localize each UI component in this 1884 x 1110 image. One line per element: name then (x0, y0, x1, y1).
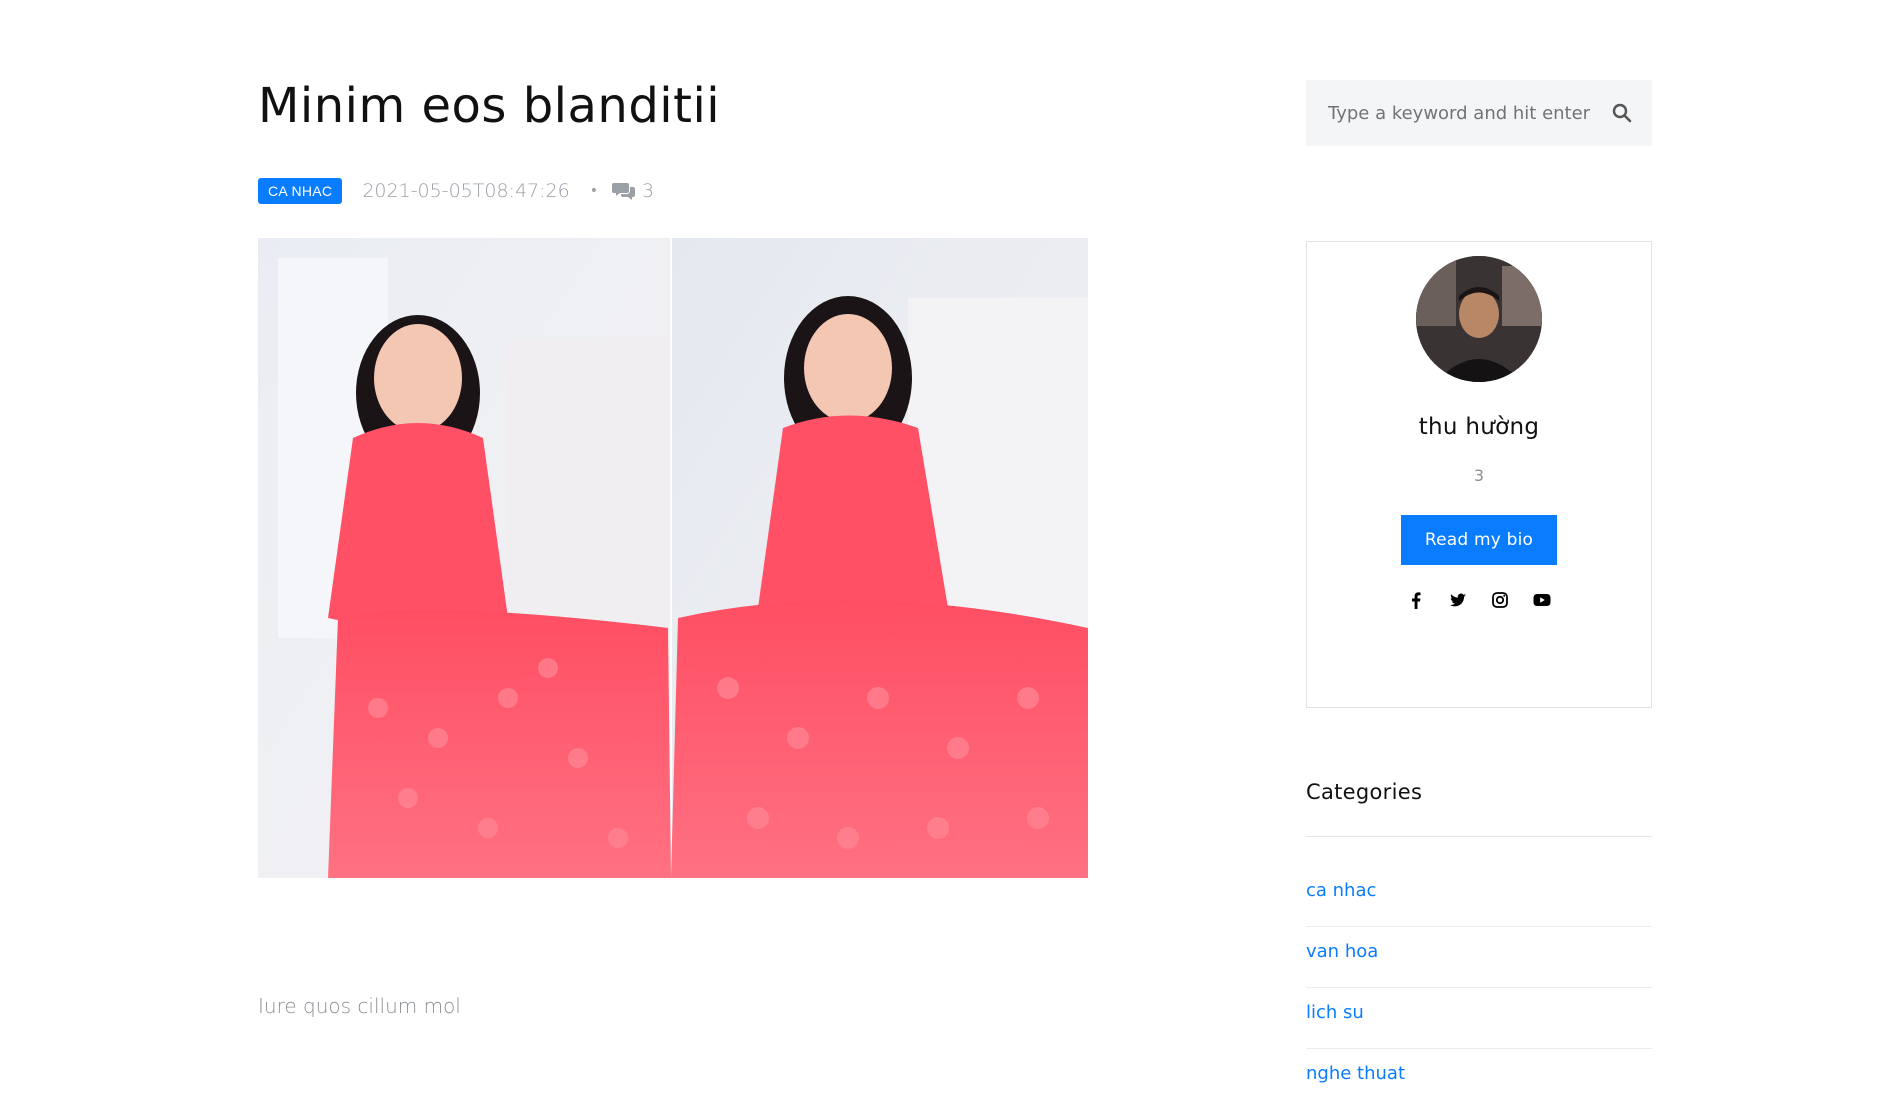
list-item: ca nhac (1306, 866, 1652, 927)
categories-list: ca nhac van hoa lich su nghe thuat (1306, 866, 1652, 1110)
category-badge[interactable]: CA NHAC (258, 178, 343, 204)
post-meta: CA NHAC 2021-05-05T08:47:26 • 3 (258, 176, 654, 206)
comment-count[interactable]: 3 (642, 180, 654, 202)
social-links (1307, 590, 1651, 610)
page: Minim eos blanditii CA NHAC 2021-05-05T0… (0, 0, 1884, 1084)
category-link-ca-nhac[interactable]: ca nhac (1306, 866, 1652, 901)
list-item: van hoa (1306, 927, 1652, 988)
list-item: lich su (1306, 988, 1652, 1049)
search-icon[interactable] (1612, 103, 1632, 123)
author-post-count: 3 (1473, 466, 1485, 485)
meta-separator: • (589, 183, 598, 199)
read-bio-button[interactable]: Read my bio (1401, 515, 1557, 565)
avatar[interactable] (1416, 256, 1542, 382)
avatar-photo (1416, 256, 1542, 382)
twitter-icon[interactable] (1448, 590, 1468, 610)
category-link-van-hoa[interactable]: van hoa (1306, 927, 1652, 962)
post-excerpt: Iure quos cillum mol (258, 994, 461, 1018)
featured-image-illustration (258, 238, 1088, 878)
author-bio-card: thu hường 3 Read my bio (1306, 241, 1652, 708)
post-title: Minim eos blanditii (258, 78, 721, 134)
category-link-lich-su[interactable]: lich su (1306, 988, 1652, 1023)
facebook-icon[interactable] (1406, 590, 1426, 610)
comments-icon (611, 183, 635, 200)
search-input[interactable] (1326, 101, 1612, 125)
categories-heading: Categories (1306, 780, 1423, 804)
post-date: 2021-05-05T08:47:26 (362, 180, 570, 202)
youtube-icon[interactable] (1532, 590, 1552, 610)
post-featured-image[interactable] (258, 238, 1088, 878)
author-name: thu hường (1418, 414, 1540, 440)
instagram-icon[interactable] (1490, 590, 1510, 610)
category-link-nghe-thuat[interactable]: nghe thuat (1306, 1049, 1652, 1084)
categories-divider (1306, 836, 1652, 837)
search-box (1306, 80, 1652, 146)
